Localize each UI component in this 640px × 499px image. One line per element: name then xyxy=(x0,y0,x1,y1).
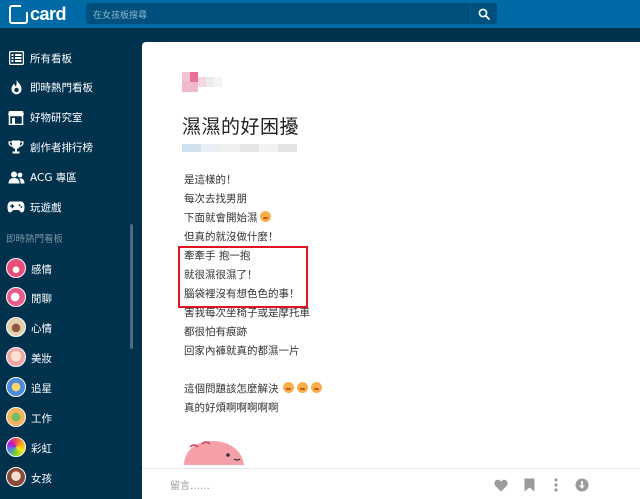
search-button[interactable] xyxy=(470,3,497,24)
sidebar-item-all-boards[interactable]: 所有看板 xyxy=(0,43,132,73)
dcard-logo[interactable]: card xyxy=(9,3,71,25)
board-label: 美妝 xyxy=(31,353,52,365)
like-button[interactable] xyxy=(493,477,509,493)
top-bar: card xyxy=(0,0,640,28)
sidebar-item-creator-ranking[interactable]: 創作者排行榜 xyxy=(0,132,132,162)
board-label: 感情 xyxy=(31,264,52,276)
heart-icon xyxy=(494,479,508,491)
post-line: 這個問題該怎麼解決 xyxy=(184,380,322,399)
sidebar-item-label: 好物研究室 xyxy=(30,112,83,124)
search-icon xyxy=(478,8,490,20)
board-label: 彩虹 xyxy=(31,443,52,455)
gamepad-icon xyxy=(7,198,25,216)
download-icon xyxy=(575,478,589,492)
post-line: 每次去找男朋 xyxy=(184,193,247,205)
board-item-idol[interactable]: 追星 xyxy=(0,373,132,401)
list-icon xyxy=(7,49,25,67)
board-avatar xyxy=(6,407,26,427)
bookmark-button[interactable] xyxy=(521,477,537,493)
worried-emoji-icon xyxy=(282,382,294,393)
post-line: 但真的就沒做什麼！ xyxy=(184,231,279,243)
sidebar-item-label: 即時熱門看板 xyxy=(30,82,93,94)
sidebar-item-games[interactable]: 玩遊戲 xyxy=(0,192,132,222)
post-line: 都很怕有痕跡 xyxy=(184,326,247,338)
board-item-chat[interactable]: 閒聊 xyxy=(0,283,132,311)
worried-emoji-icon xyxy=(310,382,322,393)
sidebar-item-label: ACG 專區 xyxy=(30,172,77,184)
search-box xyxy=(86,3,470,27)
board-avatar xyxy=(6,377,26,397)
board-item-girls[interactable]: 女孩 xyxy=(0,463,132,491)
worried-emoji-icon xyxy=(296,382,308,393)
flame-icon xyxy=(7,78,25,96)
board-item-rainbow[interactable]: 彩虹 xyxy=(0,433,132,461)
board-item-mood[interactable]: 心情 xyxy=(0,313,132,341)
author-avatar-blurred xyxy=(182,72,234,92)
board-avatar xyxy=(6,258,26,278)
logo-text: card xyxy=(30,3,67,24)
sidebar-item-label: 創作者排行榜 xyxy=(30,142,93,154)
hot-boards-section-title: 即時熱門看板 xyxy=(6,234,64,245)
post-action-bar: 留言…… xyxy=(142,468,640,499)
embarrassed-emoji-icon xyxy=(259,211,271,222)
board-avatar xyxy=(6,287,26,307)
post-line: 回家內褲就真的都濕一片 xyxy=(184,345,300,357)
board-avatar xyxy=(6,347,26,367)
board-avatar xyxy=(6,467,26,487)
board-avatar xyxy=(6,317,26,337)
store-icon xyxy=(7,108,25,126)
logo-mark-icon xyxy=(9,4,29,24)
sidebar: 所有看板 即時熱門看板 好物研究室 創作者排行榜 ACG 專區 玩遊戲 即時熱門… xyxy=(0,28,133,499)
more-button[interactable] xyxy=(548,477,564,493)
post-card: 濕濕的好困擾 是這樣的！ 每次去找男朋 下面就會開始濕 但真的就沒做什麼！ 牽牽… xyxy=(142,42,640,499)
comment-input[interactable]: 留言…… xyxy=(170,477,210,492)
users-icon xyxy=(7,168,25,186)
board-label: 追星 xyxy=(31,383,52,395)
bookmark-icon xyxy=(524,478,534,492)
trophy-icon xyxy=(7,138,25,156)
download-button[interactable] xyxy=(574,477,590,493)
post-line: 是這樣的！ xyxy=(184,174,237,186)
sidebar-item-goods-lab[interactable]: 好物研究室 xyxy=(0,102,132,132)
sidebar-item-hot-boards[interactable]: 即時熱門看板 xyxy=(0,72,132,102)
post-line-text: 下面就會開始濕 xyxy=(184,212,258,224)
board-item-makeup[interactable]: 美妝 xyxy=(0,343,132,371)
post-line: 下面就會開始濕 xyxy=(184,209,271,228)
more-icon xyxy=(554,478,558,492)
board-label: 工作 xyxy=(31,413,52,425)
sidebar-item-label: 所有看板 xyxy=(30,53,72,65)
post-title: 濕濕的好困擾 xyxy=(182,116,300,138)
red-highlight-box xyxy=(178,246,308,308)
post-meta-blurred xyxy=(182,144,298,152)
board-item-work[interactable]: 工作 xyxy=(0,403,132,431)
board-avatar xyxy=(6,437,26,457)
post-line-text: 這個問題該怎麼解決 xyxy=(184,383,279,395)
board-label: 心情 xyxy=(31,323,52,335)
board-label: 女孩 xyxy=(31,473,52,485)
board-label: 閒聊 xyxy=(31,293,52,305)
search-input[interactable] xyxy=(86,5,470,27)
pink-sticker-icon xyxy=(184,441,244,465)
board-item-relationship[interactable]: 感情 xyxy=(0,254,132,282)
sidebar-item-label: 玩遊戲 xyxy=(30,202,62,214)
sidebar-item-acg[interactable]: ACG 專區 xyxy=(0,162,132,192)
post-line: 真的好煩啊啊啊啊啊 xyxy=(184,402,279,414)
